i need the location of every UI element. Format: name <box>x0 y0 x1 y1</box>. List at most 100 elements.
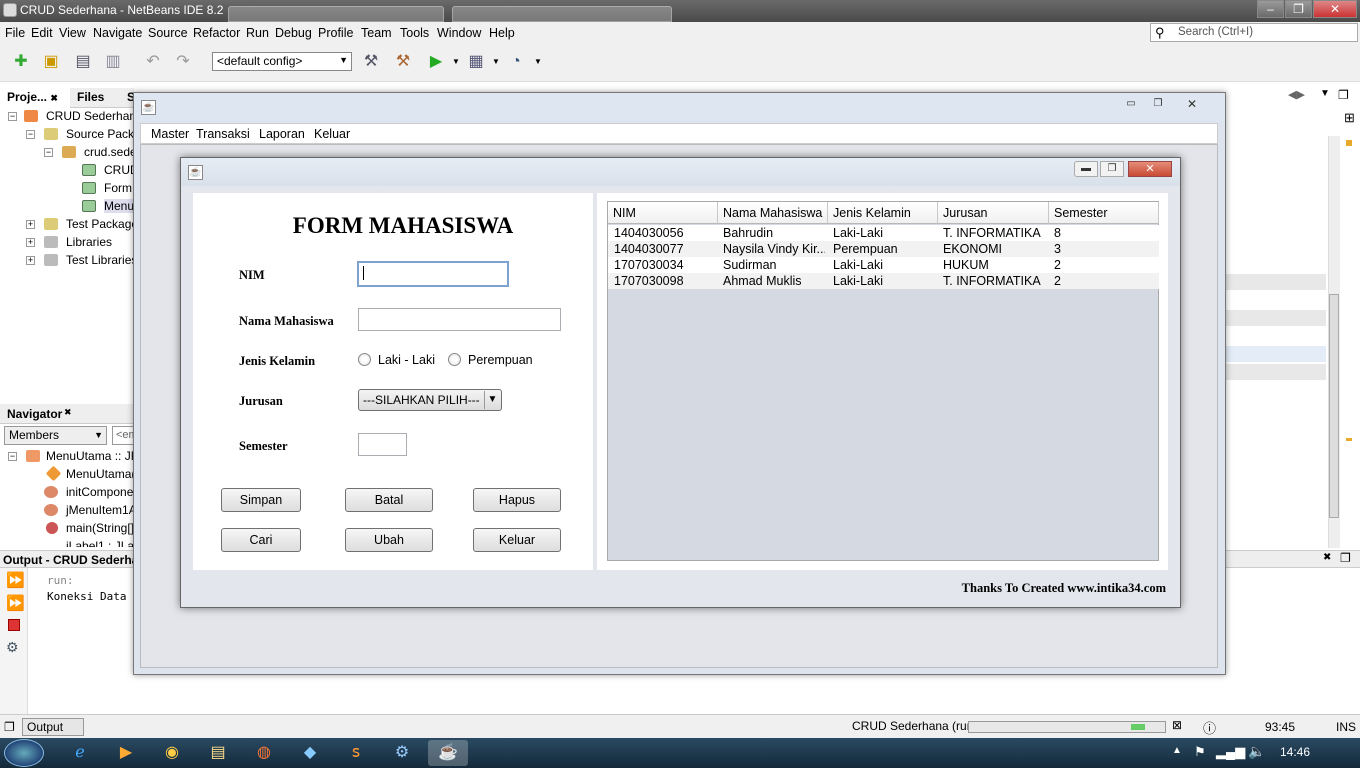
tray-flag-icon[interactable]: ⚑ <box>1194 744 1206 760</box>
tree-item[interactable]: Test Libraries <box>66 253 133 267</box>
minimize-icon[interactable]: – <box>1257 0 1284 18</box>
tree-item[interactable]: Source Packages <box>66 127 133 141</box>
open-project-icon[interactable]: ▤ <box>72 52 94 72</box>
ide-search-input[interactable]: ⚲ Search (Ctrl+I) <box>1150 23 1358 42</box>
maximize-icon[interactable]: ❐ <box>1100 161 1124 177</box>
close-icon[interactable]: ✕ <box>1180 97 1204 113</box>
settings-icon[interactable]: ⚙ <box>6 639 19 656</box>
app-menu-laporan[interactable]: Laporan <box>259 127 305 141</box>
expand-icon[interactable]: + <box>26 238 35 247</box>
scroll-tabs-icon[interactable]: ◀▶ <box>1288 88 1305 101</box>
new-file-icon[interactable]: ✚ <box>10 52 32 72</box>
table-row[interactable]: 1404030056 Bahrudin Laki-Laki T. INFORMA… <box>608 225 1159 241</box>
stop-icon[interactable] <box>8 619 20 631</box>
menu-profile[interactable]: Profile <box>318 26 353 40</box>
menu-run[interactable]: Run <box>246 26 269 40</box>
maximize-icon[interactable]: ❐ <box>1285 0 1312 18</box>
column-header-semester[interactable]: Semester <box>1049 202 1159 224</box>
column-header-jurusan[interactable]: Jurusan <box>938 202 1049 224</box>
app-menu-keluar[interactable]: Keluar <box>314 127 350 141</box>
split-icon[interactable]: ⊞ <box>1344 110 1355 126</box>
expand-icon[interactable]: + <box>26 256 35 265</box>
expand-icon[interactable]: + <box>26 220 35 229</box>
cari-button[interactable]: Cari <box>221 528 301 552</box>
menu-debug[interactable]: Debug <box>275 26 312 40</box>
mahasiswa-table[interactable]: NIM Nama Mahasiswa Jenis Kelamin Jurusan… <box>607 201 1159 561</box>
table-row[interactable]: 1707030098 Ahmad Muklis Laki-Laki T. INF… <box>608 273 1159 289</box>
tray-expand-icon[interactable]: ▲ <box>1172 745 1182 756</box>
jurusan-select[interactable]: ---SILAHKAN PILIH--- ▼ <box>358 389 502 411</box>
table-row[interactable]: 1404030077 Naysila Vindy Kir... Perempua… <box>608 241 1159 257</box>
tree-item[interactable]: Libraries <box>66 235 112 249</box>
internet-explorer-icon[interactable]: ℯ <box>60 740 100 766</box>
tab-files[interactable]: Files <box>70 88 111 108</box>
tree-item[interactable]: crud.sederhana <box>84 145 133 159</box>
rerun-icon[interactable]: ⏩ <box>6 571 25 589</box>
nav-item[interactable]: jMenuItem1Ac <box>66 503 143 517</box>
menu-team[interactable]: Team <box>361 26 392 40</box>
close-icon[interactable]: ✖ <box>50 93 58 103</box>
tab-projects[interactable]: Proje... ✖ <box>0 88 70 108</box>
firefox-icon[interactable]: ◍ <box>244 740 284 766</box>
scrollbar-thumb[interactable] <box>1329 294 1339 518</box>
collapse-icon[interactable]: − <box>8 452 17 461</box>
profile-icon[interactable]: ◔ <box>505 52 527 72</box>
cancel-task-icon[interactable]: ⊠ <box>1172 718 1182 732</box>
profile-dropdown-icon[interactable]: ▼ <box>527 52 549 72</box>
maximize-icon[interactable]: ❐ <box>1146 97 1170 113</box>
notifications-icon[interactable]: ⓘ <box>1203 718 1216 737</box>
build-hammer-icon[interactable]: ⚒ <box>360 52 382 72</box>
new-project-icon[interactable]: ▣ <box>40 52 62 72</box>
column-header-nim[interactable]: NIM <box>608 202 718 224</box>
navigator-members-select[interactable]: Members ▼ <box>4 426 107 445</box>
chrome-icon[interactable]: ◉ <box>152 740 192 766</box>
tree-item[interactable]: FormM <box>104 181 133 195</box>
media-player-icon[interactable]: ▶ <box>106 740 146 766</box>
start-orb-icon[interactable] <box>4 739 44 767</box>
close-icon[interactable]: ✖ <box>1323 552 1331 563</box>
config-select[interactable]: <default config> ▼ <box>212 52 352 71</box>
hapus-button[interactable]: Hapus <box>473 488 561 512</box>
debug-dropdown-icon[interactable]: ▼ <box>485 52 507 72</box>
run-dropdown-icon[interactable]: ▼ <box>445 52 467 72</box>
close-icon[interactable]: ✖ <box>64 407 72 418</box>
minimize-icon[interactable]: ▬ <box>1074 161 1098 177</box>
taskbar-clock[interactable]: 14:46 <box>1280 745 1310 759</box>
ubah-button[interactable]: Ubah <box>345 528 433 552</box>
table-row[interactable]: 1707030034 Sudirman Laki-Laki HUKUM 2 <box>608 257 1159 273</box>
maximize-icon[interactable]: ❐ <box>1340 551 1351 565</box>
menu-file[interactable]: File <box>5 26 25 40</box>
nama-mahasiswa-input[interactable] <box>358 308 561 331</box>
warning-marker[interactable] <box>1346 438 1352 441</box>
tree-item[interactable]: MenuU <box>104 199 133 213</box>
nav-item[interactable]: initComponen <box>66 485 140 499</box>
clean-build-icon[interactable]: ⚒ <box>392 52 414 72</box>
debug-icon[interactable]: ▦ <box>465 52 487 72</box>
simpan-button[interactable]: Simpan <box>221 488 301 512</box>
app-menu-transaksi[interactable]: Transaksi <box>196 127 250 141</box>
menu-edit[interactable]: Edit <box>31 26 53 40</box>
minimize-icon[interactable]: ▭ <box>1119 97 1143 113</box>
tree-item[interactable]: Test Packages <box>66 217 133 231</box>
redo-icon[interactable]: ↷ <box>172 52 194 72</box>
save-all-icon[interactable]: ▥ <box>102 52 124 72</box>
virtualbox-icon[interactable]: ◆ <box>290 740 330 766</box>
close-icon[interactable]: ✕ <box>1128 161 1172 177</box>
radio-laki-laki-label[interactable]: Laki - Laki <box>378 353 435 367</box>
tree-item[interactable]: CRUD <box>104 163 133 177</box>
menu-tools[interactable]: Tools <box>400 26 429 40</box>
maximize-icon[interactable]: ❐ <box>1338 88 1349 102</box>
app-menu-master[interactable]: Master <box>151 127 189 141</box>
batal-button[interactable]: Batal <box>345 488 433 512</box>
menu-view[interactable]: View <box>59 26 86 40</box>
collapse-icon[interactable]: − <box>8 112 17 121</box>
output-minimized-tab[interactable]: Output <box>22 718 84 736</box>
close-icon[interactable]: ✕ <box>1313 0 1357 18</box>
undo-icon[interactable]: ↶ <box>142 52 164 72</box>
column-header-nama[interactable]: Nama Mahasiswa <box>718 202 828 224</box>
nav-item[interactable]: MenuUtama() <box>66 467 139 481</box>
column-header-jenis-kelamin[interactable]: Jenis Kelamin <box>828 202 938 224</box>
menu-refactor[interactable]: Refactor <box>193 26 240 40</box>
volume-icon[interactable]: 🔈 <box>1248 743 1265 760</box>
radio-perempuan[interactable] <box>448 353 461 366</box>
